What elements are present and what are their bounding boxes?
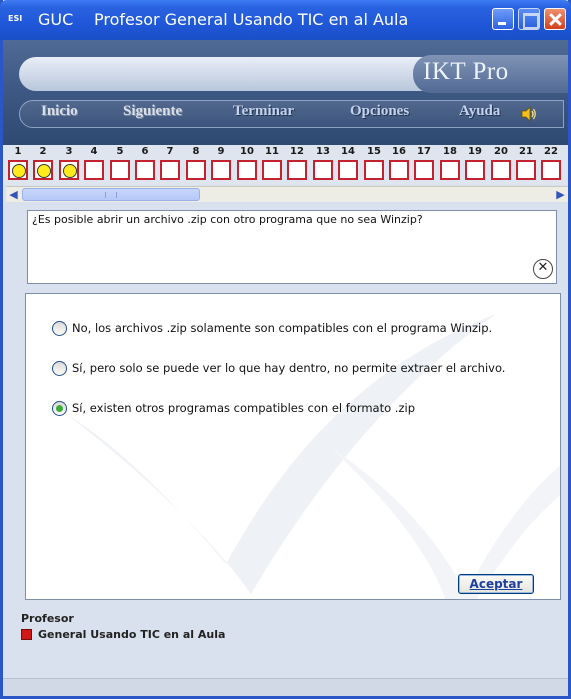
footer-course-text[interactable]: General Usando TIC en al Aula xyxy=(38,628,225,641)
question-number-label: 5 xyxy=(116,146,124,157)
question-box[interactable] xyxy=(211,160,231,180)
app-icon: ESI xyxy=(8,14,23,23)
red-square-icon xyxy=(21,629,32,640)
app-window: ESI GUC Profesor General Usando TIC en a… xyxy=(0,0,571,699)
question-number-label: 2 xyxy=(39,146,47,157)
brand-logo-text: IKT Pro xyxy=(423,58,509,85)
window-title: Profesor General Usando TIC en al Aula xyxy=(94,10,409,29)
question-box[interactable] xyxy=(465,160,485,180)
maximize-button[interactable] xyxy=(518,8,540,30)
answer-option-label[interactable]: Sí, pero solo se puede ver lo que hay de… xyxy=(72,361,505,375)
question-number-label: 3 xyxy=(65,146,73,157)
question-box[interactable] xyxy=(287,160,307,180)
menu-ayuda[interactable]: Ayuda xyxy=(459,103,500,120)
question-box[interactable] xyxy=(237,160,257,180)
question-box[interactable] xyxy=(414,160,434,180)
menu-opciones[interactable]: Opciones xyxy=(350,103,409,120)
menu-siguiente[interactable]: Siguiente xyxy=(123,103,182,120)
question-number-label: 20 xyxy=(494,146,508,157)
answers-panel: No, los archivos .zip solamente son comp… xyxy=(25,293,561,600)
question-number-label: 8 xyxy=(192,146,200,157)
question-number-label: 21 xyxy=(519,146,533,157)
question-number-label: 13 xyxy=(316,146,330,157)
question-number-label: 19 xyxy=(468,146,482,157)
scroll-right-arrow-icon[interactable]: ▶ xyxy=(553,188,568,202)
question-number-label: 11 xyxy=(265,146,279,157)
question-box[interactable] xyxy=(110,160,130,180)
question-box[interactable] xyxy=(84,160,104,180)
question-number-label: 16 xyxy=(392,146,406,157)
checkmark-watermark-icon xyxy=(66,314,560,599)
question-box[interactable] xyxy=(364,160,384,180)
close-window-button[interactable] xyxy=(544,8,566,30)
close-question-icon[interactable]: ✕ xyxy=(533,259,553,279)
question-box[interactable] xyxy=(8,160,28,180)
question-box[interactable] xyxy=(262,160,282,180)
radio-option-3[interactable] xyxy=(52,401,67,416)
question-box[interactable] xyxy=(33,160,53,180)
question-panel: ¿Es posible abrir un archivo .zip con ot… xyxy=(27,210,557,284)
app-header: IKT Pro Inicio Siguiente Terminar Opcion… xyxy=(3,40,568,145)
question-box[interactable] xyxy=(516,160,536,180)
accept-button[interactable]: Aceptar xyxy=(458,574,534,594)
question-number-label: 15 xyxy=(367,146,381,157)
question-progress-strip: 1 2 3 4 5 6 7 8 9 10 11 12 13 14 15 16 17 18 19 20 21 22 xyxy=(3,145,568,185)
speaker-icon[interactable] xyxy=(521,106,537,122)
question-box[interactable] xyxy=(59,160,79,180)
horizontal-scrollbar[interactable]: ◀ ▶ xyxy=(6,186,568,202)
status-bar xyxy=(3,678,568,696)
question-box[interactable] xyxy=(160,160,180,180)
app-short-name: GUC xyxy=(38,10,74,29)
minimize-button[interactable] xyxy=(492,8,514,30)
question-box[interactable] xyxy=(313,160,333,180)
question-box[interactable] xyxy=(135,160,155,180)
menu-inicio[interactable]: Inicio xyxy=(41,103,78,120)
question-number-label: 9 xyxy=(217,146,225,157)
question-box[interactable] xyxy=(186,160,206,180)
question-number-label: 22 xyxy=(544,146,558,157)
scrollbar-thumb[interactable] xyxy=(22,188,200,201)
radio-option-1[interactable] xyxy=(52,321,67,336)
scroll-left-arrow-icon[interactable]: ◀ xyxy=(6,188,21,202)
question-number-label: 18 xyxy=(443,146,457,157)
question-box[interactable] xyxy=(338,160,358,180)
question-number-label: 1 xyxy=(14,146,22,157)
question-number-label: 14 xyxy=(341,146,355,157)
radio-option-2[interactable] xyxy=(52,361,67,376)
title-bar[interactable]: ESI GUC Profesor General Usando TIC en a… xyxy=(0,0,571,40)
question-number-label: 12 xyxy=(290,146,304,157)
footer-label: Profesor xyxy=(21,612,74,625)
question-number-label: 17 xyxy=(417,146,431,157)
question-box[interactable] xyxy=(491,160,511,180)
question-number-label: 4 xyxy=(90,146,98,157)
question-number-label: 6 xyxy=(141,146,149,157)
menu-terminar[interactable]: Terminar xyxy=(233,103,294,120)
answer-option-label[interactable]: No, los archivos .zip solamente son comp… xyxy=(72,321,492,335)
question-box[interactable] xyxy=(440,160,460,180)
question-box[interactable] xyxy=(541,160,561,180)
question-text: ¿Es posible abrir un archivo .zip con ot… xyxy=(32,213,423,226)
answer-option-label[interactable]: Sí, existen otros programas compatibles … xyxy=(72,401,415,415)
question-box[interactable] xyxy=(389,160,409,180)
question-number-label: 10 xyxy=(240,146,254,157)
question-number-label: 7 xyxy=(166,146,174,157)
